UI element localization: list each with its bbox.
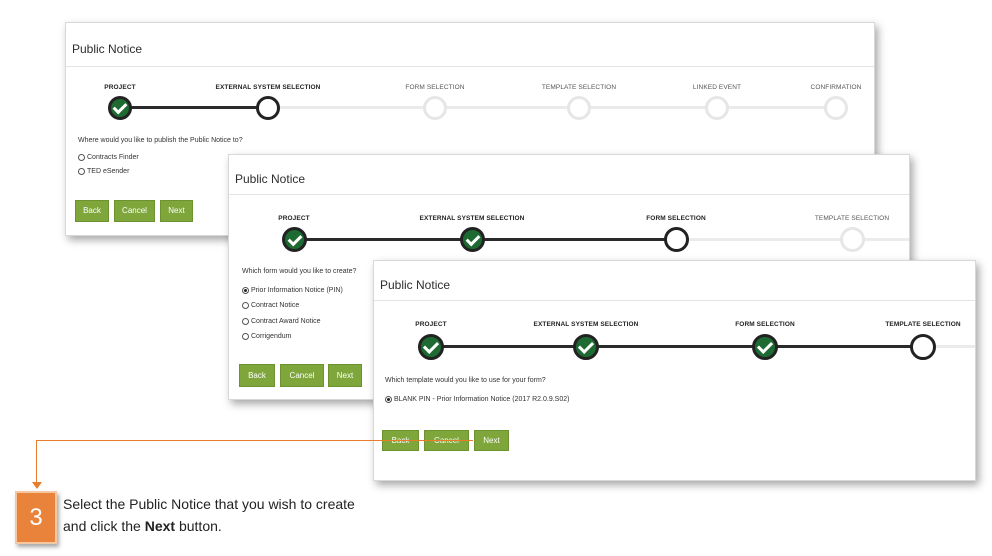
radio-icon[interactable] xyxy=(242,318,249,325)
instruction-text: Select the Public Notice that you wish t… xyxy=(63,493,355,537)
radio-ted-esender[interactable]: TED eSender xyxy=(78,168,129,175)
step-label-project: PROJECT xyxy=(415,321,447,328)
radio-label: Contract Award Notice xyxy=(251,318,321,325)
cancel-button[interactable]: Cancel xyxy=(114,200,155,222)
step-label-project: PROJECT xyxy=(278,215,310,222)
instruction-line-1: Select the Public Notice that you wish t… xyxy=(63,496,355,512)
next-button[interactable]: Next xyxy=(160,200,193,222)
step-label-project: PROJECT xyxy=(104,84,136,91)
step-label-template-selection: TEMPLATE SELECTION xyxy=(814,215,890,222)
radio-icon[interactable] xyxy=(242,287,249,294)
step-label-form-selection: FORM SELECTION xyxy=(405,84,465,91)
step-number-badge: 3 xyxy=(15,491,57,544)
progress-line-todo xyxy=(676,238,909,241)
step-label-external-system: EXTERNAL SYSTEM SELECTION xyxy=(533,321,639,328)
step-external-system-current-icon xyxy=(256,96,280,120)
panel-title: Public Notice xyxy=(66,23,874,67)
back-button[interactable]: Back xyxy=(239,364,275,387)
step-label-external-system: EXTERNAL SYSTEM SELECTION xyxy=(215,84,321,91)
radio-label: Corrigendum xyxy=(251,333,292,340)
progress-line-done xyxy=(431,345,923,348)
back-button[interactable]: Back xyxy=(75,200,109,222)
template-question: Which template would you like to use for… xyxy=(385,377,546,384)
progress-line-done xyxy=(294,238,676,241)
form-question: Which form would you like to create? xyxy=(242,268,357,275)
radio-contracts-finder[interactable]: Contracts Finder xyxy=(78,154,139,161)
step-label-template-selection: TEMPLATE SELECTION xyxy=(541,84,617,91)
cancel-button[interactable]: Cancel xyxy=(280,364,324,387)
step-project-done-icon xyxy=(418,334,444,360)
step-external-system-done-icon xyxy=(573,334,599,360)
progress-line-todo xyxy=(268,106,838,109)
radio-label: TED eSender xyxy=(87,168,130,175)
step-label-linked-event: LINKED EVENT xyxy=(692,84,742,91)
callout-connector-vertical xyxy=(36,440,37,483)
progress-line-done xyxy=(120,106,268,109)
step-external-system-done-icon xyxy=(460,227,485,252)
check-icon xyxy=(756,337,774,355)
callout-connector-horizontal xyxy=(36,440,473,441)
radio-icon[interactable] xyxy=(242,333,249,340)
step-label-template-selection: TEMPLATE SELECTION xyxy=(885,321,961,328)
step-template-selection-current-icon xyxy=(910,334,936,360)
next-button[interactable]: Next xyxy=(328,364,362,387)
radio-pin[interactable]: Prior Information Notice (PIN) xyxy=(242,287,343,294)
radio-icon[interactable] xyxy=(242,302,249,309)
instruction-line-2: and click the Next button. xyxy=(63,518,222,534)
step-label-form-selection: FORM SELECTION xyxy=(646,215,706,222)
step-form-selection-done-icon xyxy=(752,334,778,360)
next-button[interactable]: Next xyxy=(474,430,509,451)
step-label-confirmation: CONFIRMATION xyxy=(810,84,862,91)
callout-arrow-icon xyxy=(32,482,42,489)
step-form-selection-icon xyxy=(423,96,447,120)
radio-label: BLANK PIN - Prior Information Notice (20… xyxy=(394,396,570,403)
radio-contract-award-notice[interactable]: Contract Award Notice xyxy=(242,318,321,325)
radio-label: Contract Notice xyxy=(251,302,300,309)
step-form-selection-current-icon xyxy=(664,227,689,252)
check-icon xyxy=(577,337,595,355)
step-template-selection-icon xyxy=(567,96,591,120)
radio-icon[interactable] xyxy=(78,154,85,161)
radio-label: Contracts Finder xyxy=(87,154,139,161)
check-icon xyxy=(422,337,440,355)
instruction-next-emphasis: Next xyxy=(144,518,176,534)
panel-title: Public Notice xyxy=(229,155,909,195)
publish-question: Where would you like to publish the Publ… xyxy=(78,137,243,144)
step-label-form-selection: FORM SELECTION xyxy=(735,321,795,328)
step-confirmation-icon xyxy=(824,96,848,120)
radio-label: Prior Information Notice (PIN) xyxy=(251,287,343,294)
step-label-external-system: EXTERNAL SYSTEM SELECTION xyxy=(419,215,525,222)
radio-blank-pin-template[interactable]: BLANK PIN - Prior Information Notice (20… xyxy=(385,396,569,403)
wizard-panel-template-selection: Public Notice PROJECT EXTERNAL SYSTEM SE… xyxy=(373,260,976,481)
radio-contract-notice[interactable]: Contract Notice xyxy=(242,302,299,309)
radio-icon[interactable] xyxy=(385,396,392,403)
step-project-done-icon xyxy=(108,96,132,120)
check-icon xyxy=(287,231,302,246)
check-icon xyxy=(112,99,128,115)
step-linked-event-icon xyxy=(705,96,729,120)
check-icon xyxy=(465,231,480,246)
radio-icon[interactable] xyxy=(78,168,85,175)
panel-title: Public Notice xyxy=(374,261,975,301)
step-template-selection-icon xyxy=(840,227,865,252)
radio-corrigendum[interactable]: Corrigendum xyxy=(242,333,291,340)
step-project-done-icon xyxy=(282,227,307,252)
